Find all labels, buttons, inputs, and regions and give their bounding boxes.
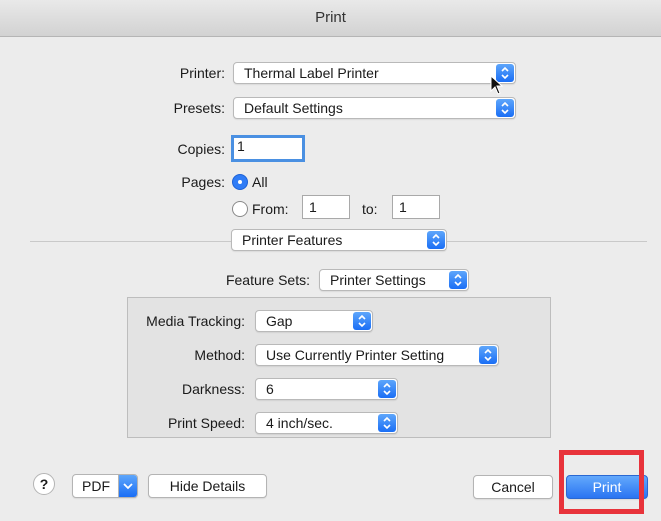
- print-button-highlight-box: [559, 450, 644, 514]
- chevron-updown-icon: [449, 271, 467, 289]
- media-tracking-value: Gap: [266, 313, 293, 329]
- chevron-updown-icon: [378, 380, 396, 398]
- darkness-popup[interactable]: 6: [255, 378, 398, 400]
- window-title: Print: [315, 9, 346, 26]
- pages-from-field[interactable]: 1: [302, 195, 350, 219]
- presets-label: Presets:: [173, 100, 225, 116]
- print-speed-popup[interactable]: 4 inch/sec.: [255, 412, 398, 434]
- feature-sets-value: Printer Settings: [330, 272, 426, 288]
- chevron-updown-icon: [353, 312, 371, 330]
- chevron-down-icon: [118, 475, 137, 497]
- cancel-button[interactable]: Cancel: [473, 475, 553, 499]
- media-tracking-label: Media Tracking:: [146, 313, 245, 329]
- method-popup[interactable]: Use Currently Printer Setting: [255, 344, 499, 366]
- pages-from-label: From:: [252, 201, 289, 217]
- pdf-label: PDF: [82, 478, 110, 494]
- pages-all-radio[interactable]: [232, 174, 248, 190]
- mouse-cursor-icon: [490, 75, 504, 95]
- window-titlebar: Print: [0, 0, 661, 37]
- method-value: Use Currently Printer Setting: [266, 347, 445, 363]
- pages-from-radio[interactable]: [232, 201, 248, 217]
- feature-sets-label: Feature Sets:: [225, 272, 310, 288]
- chevron-updown-icon: [479, 346, 497, 364]
- pages-all-label: All: [252, 174, 268, 190]
- pdf-menu-button[interactable]: PDF: [72, 474, 138, 498]
- method-label: Method:: [194, 347, 245, 363]
- printer-value: Thermal Label Printer: [244, 65, 379, 81]
- darkness-value: 6: [266, 381, 274, 397]
- chevron-updown-icon: [427, 231, 445, 249]
- copies-label: Copies:: [177, 141, 225, 157]
- pages-to-label: to:: [362, 201, 378, 217]
- presets-value: Default Settings: [244, 100, 343, 116]
- pages-to-field[interactable]: 1: [392, 195, 440, 219]
- printer-label: Printer:: [179, 65, 225, 81]
- feature-sets-popup[interactable]: Printer Settings: [319, 269, 469, 291]
- section-popup[interactable]: Printer Features: [231, 229, 447, 251]
- help-button[interactable]: ?: [33, 473, 55, 495]
- presets-popup[interactable]: Default Settings: [233, 97, 516, 119]
- chevron-updown-icon: [496, 99, 514, 117]
- section-value: Printer Features: [242, 232, 343, 248]
- print-speed-value: 4 inch/sec.: [266, 415, 333, 431]
- printer-popup[interactable]: Thermal Label Printer: [233, 62, 516, 84]
- copies-field[interactable]: 1: [231, 135, 305, 162]
- pages-label: Pages:: [181, 174, 225, 190]
- hide-details-button[interactable]: Hide Details: [148, 474, 267, 498]
- darkness-label: Darkness:: [181, 381, 245, 397]
- print-speed-label: Print Speed:: [167, 415, 245, 431]
- media-tracking-popup[interactable]: Gap: [255, 310, 373, 332]
- chevron-updown-icon: [378, 414, 396, 432]
